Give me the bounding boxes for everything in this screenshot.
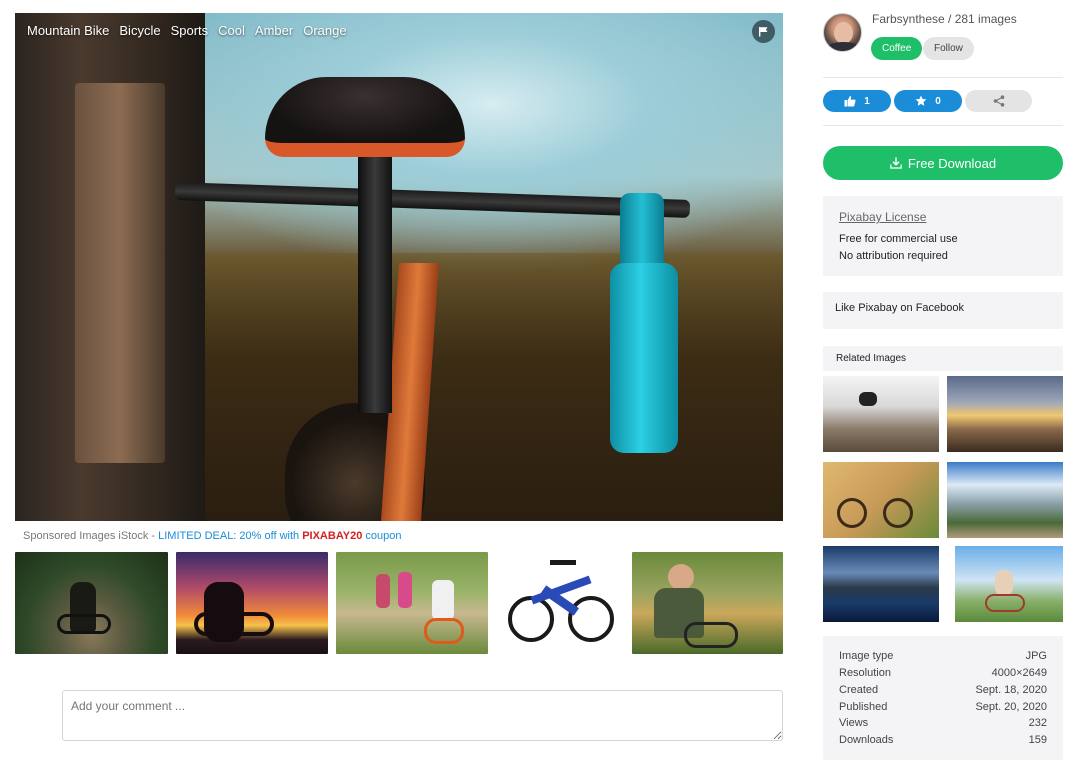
meta-value: Sept. 18, 2020: [975, 684, 1047, 696]
related-title: Related Images: [836, 353, 907, 364]
sponsored-line: Sponsored Images iStock - LIMITED DEAL: …: [23, 530, 401, 542]
favorite-button[interactable]: 0: [894, 90, 962, 112]
download-button[interactable]: Free Download: [823, 146, 1063, 180]
like-count: 1: [864, 95, 870, 107]
tag-list: Mountain Bike Bicycle Sports Cool Amber …: [27, 23, 347, 38]
meta-value: 232: [1028, 717, 1047, 729]
sponsored-thumb-1[interactable]: [15, 552, 168, 654]
tag-sports[interactable]: Sports: [171, 23, 209, 38]
meta-key: Created: [839, 684, 879, 696]
sponsored-thumbnails: [15, 552, 783, 654]
meta-key: Published: [839, 701, 888, 713]
meta-row-created: Created Sept. 18, 2020: [839, 684, 1047, 696]
meta-row-resolution: Resolution 4000×2649: [839, 667, 1047, 679]
favorite-count: 0: [935, 95, 941, 107]
meta-value: Sept. 20, 2020: [975, 701, 1047, 713]
divider: [823, 125, 1063, 126]
meta-row-type: Image type JPG: [839, 650, 1047, 662]
like-button[interactable]: 1: [823, 90, 891, 112]
meta-value: JPG: [1025, 650, 1047, 662]
related-image-3[interactable]: [823, 462, 939, 538]
license-line-attribution: No attribution required: [839, 250, 948, 262]
tag-bicycle[interactable]: Bicycle: [119, 23, 160, 38]
related-header: Related Images: [823, 346, 1063, 371]
comment-input[interactable]: [62, 690, 783, 741]
meta-value: 159: [1028, 734, 1047, 746]
facebook-like-label: Like Pixabay on Facebook: [835, 302, 965, 314]
meta-key: Resolution: [839, 667, 891, 679]
image-meta-box: Image type JPG Resolution 4000×2649 Crea…: [823, 636, 1063, 760]
coupon-code[interactable]: PIXABAY20: [302, 530, 362, 542]
fence-post-highlight: [75, 83, 165, 463]
main-image[interactable]: Mountain Bike Bicycle Sports Cool Amber …: [15, 13, 783, 521]
handlebar: [174, 182, 691, 218]
license-link[interactable]: Pixabay License: [839, 210, 926, 224]
flag-button[interactable]: [752, 20, 775, 43]
related-image-6[interactable]: [955, 546, 1063, 622]
meta-value: 4000×2649: [991, 667, 1047, 679]
tag-amber[interactable]: Amber: [255, 23, 293, 38]
share-button[interactable]: [965, 90, 1032, 112]
bottle-cap: [620, 193, 664, 271]
thumbs-up-icon: [844, 96, 856, 107]
star-icon: [915, 95, 927, 106]
follow-button[interactable]: Follow: [923, 37, 974, 60]
related-image-4[interactable]: [947, 462, 1063, 538]
author-name[interactable]: Farbsynthese / 281 images: [872, 12, 1017, 26]
sponsored-deal-link[interactable]: LIMITED DEAL: 20% off with: [158, 530, 302, 542]
tag-mountain-bike[interactable]: Mountain Bike: [27, 23, 109, 38]
download-icon: [890, 157, 902, 169]
sponsored-thumb-3[interactable]: [336, 552, 488, 654]
meta-key: Image type: [839, 650, 894, 662]
meta-row-published: Published Sept. 20, 2020: [839, 701, 1047, 713]
share-icon: [993, 95, 1004, 107]
sponsored-coupon-link[interactable]: coupon: [362, 530, 401, 542]
water-bottle: [610, 263, 678, 453]
meta-row-views: Views 232: [839, 717, 1047, 729]
avatar[interactable]: [823, 13, 862, 52]
divider: [823, 77, 1063, 78]
related-image-1[interactable]: [823, 376, 939, 452]
grass-background: [165, 253, 783, 521]
sponsored-prefix: Sponsored Images iStock -: [23, 530, 159, 542]
tag-cool[interactable]: Cool: [218, 23, 245, 38]
related-image-5[interactable]: [823, 546, 939, 622]
license-line-commercial: Free for commercial use: [839, 233, 958, 245]
sponsored-thumb-2[interactable]: [176, 552, 328, 654]
tag-orange[interactable]: Orange: [303, 23, 346, 38]
bike-seat: [265, 77, 465, 157]
seat-post: [358, 153, 392, 413]
coffee-button[interactable]: Coffee: [871, 37, 923, 60]
related-image-2[interactable]: [947, 376, 1063, 452]
sponsored-thumb-4[interactable]: [496, 552, 648, 654]
sponsored-thumb-5[interactable]: [632, 552, 783, 654]
license-box: Pixabay License Free for commercial use …: [823, 196, 1063, 276]
sidebar: Farbsynthese / 281 images Coffee Follow …: [823, 0, 1063, 769]
meta-key: Views: [839, 717, 869, 729]
download-label: Free Download: [907, 155, 997, 171]
meta-key: Downloads: [839, 734, 894, 746]
meta-row-downloads: Downloads 159: [839, 734, 1047, 746]
flag-icon: [759, 27, 768, 37]
facebook-box[interactable]: Like Pixabay on Facebook: [823, 292, 1063, 329]
